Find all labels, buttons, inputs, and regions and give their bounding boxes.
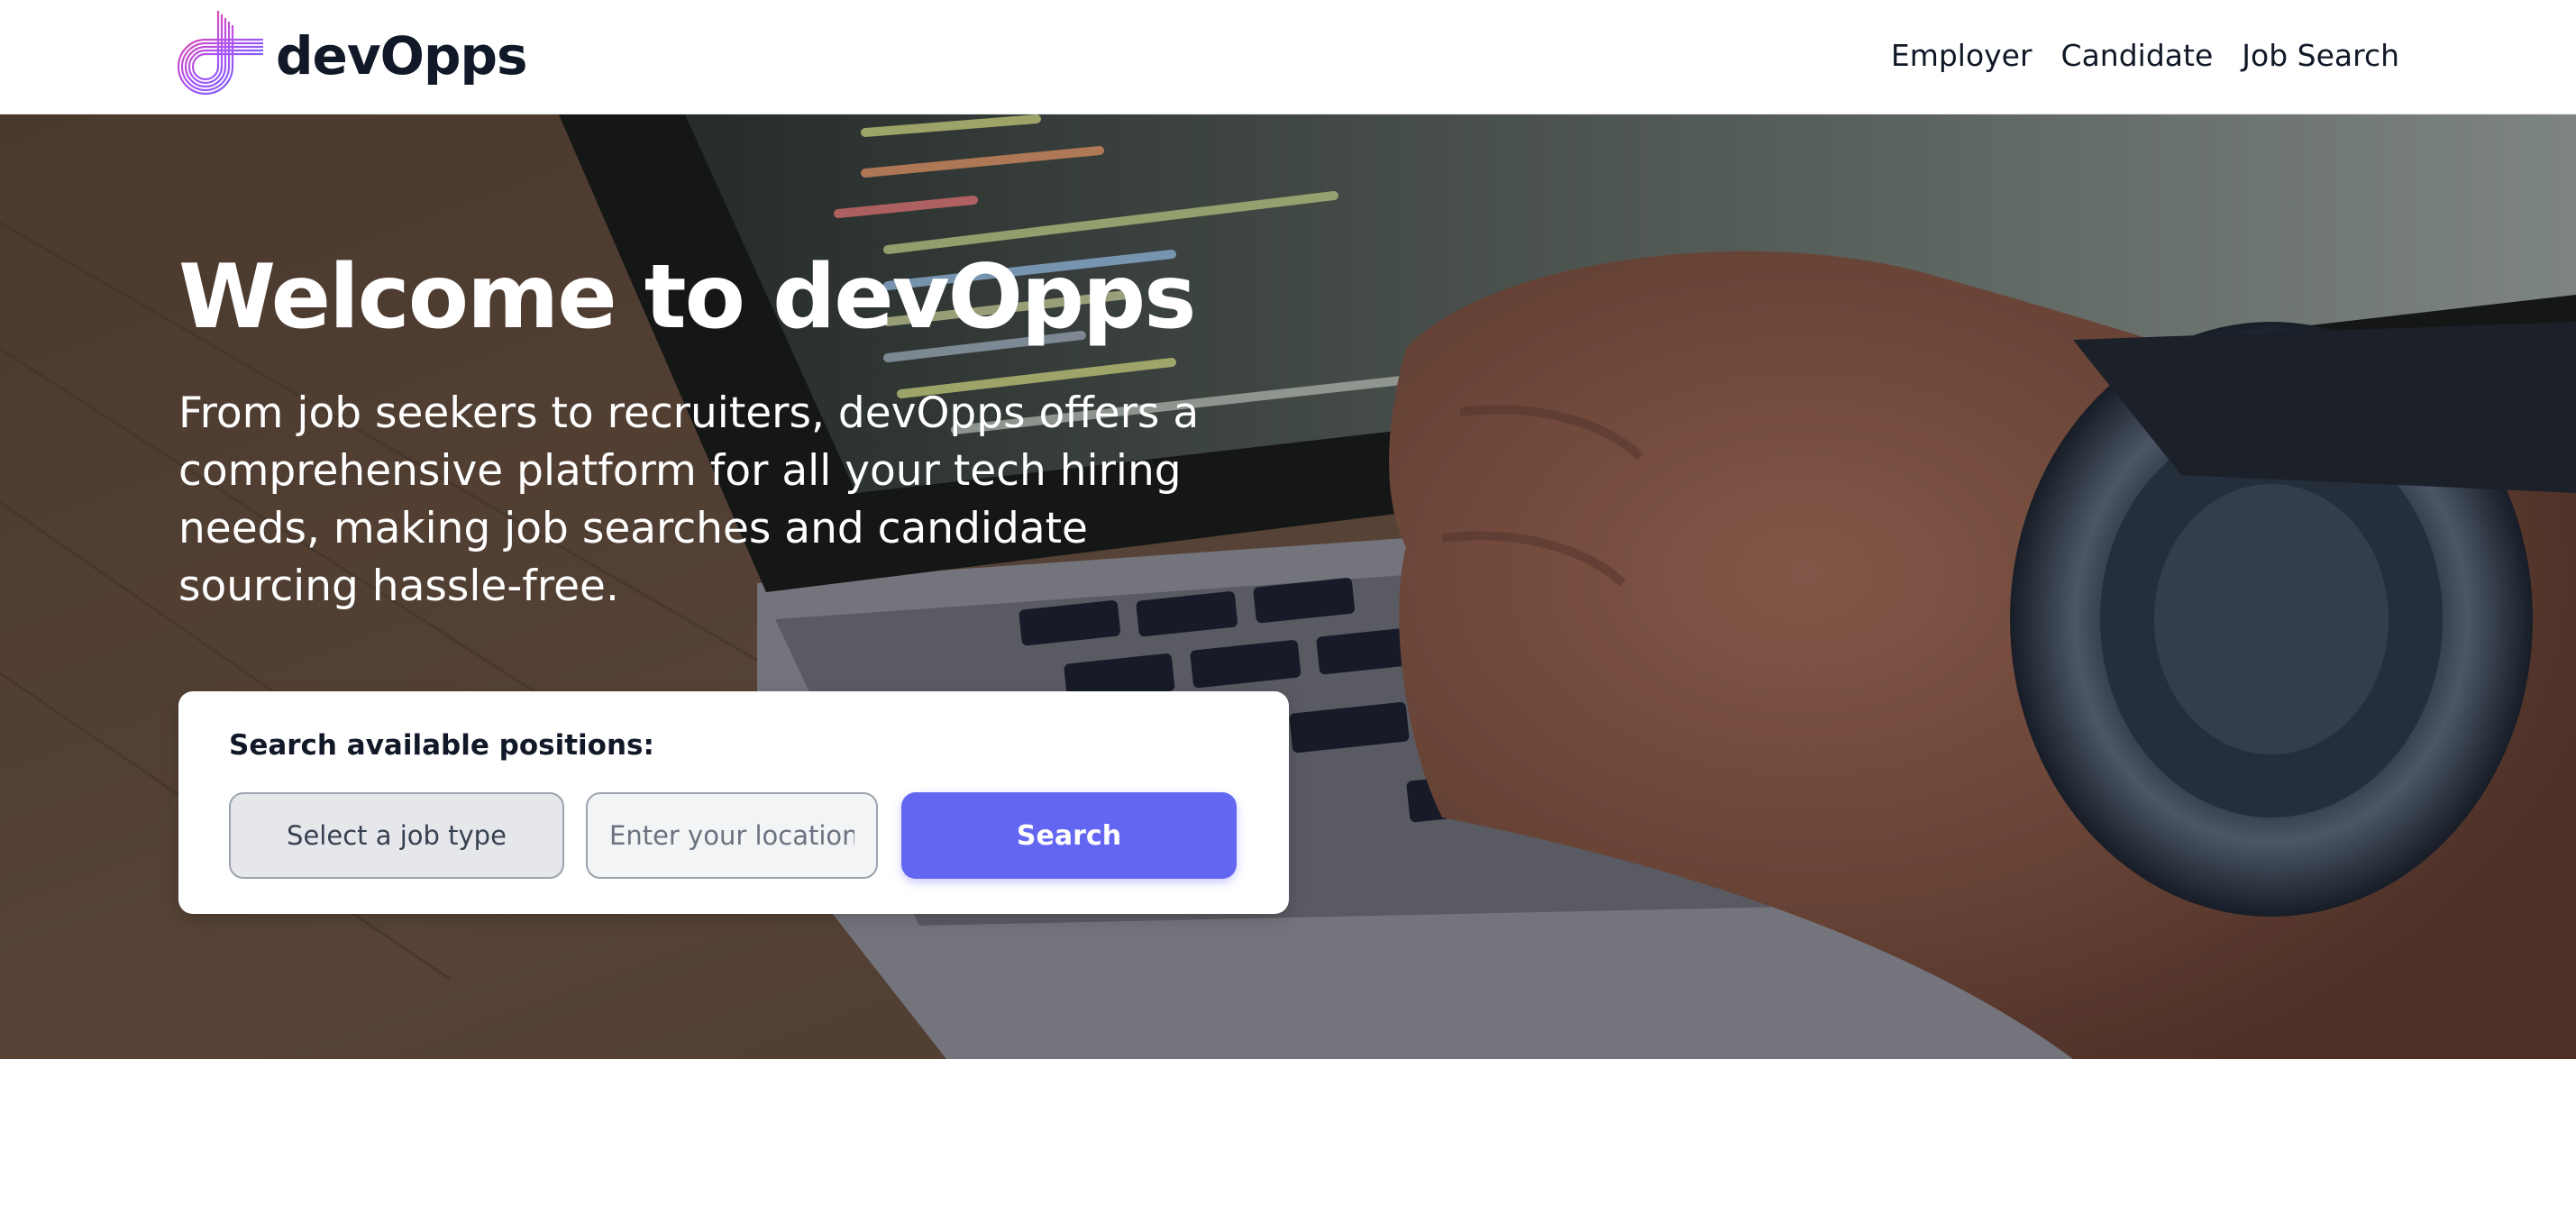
main-nav: Employer Candidate Job Search <box>1891 0 2399 110</box>
site-header: devOpps Employer Candidate Job Search <box>0 0 2576 114</box>
hero-subtitle: From job seekers to recruiters, devOpps … <box>178 388 1200 611</box>
nav-candidate[interactable]: Candidate <box>2061 38 2214 73</box>
job-search-card: Search available positions: Select a job… <box>178 691 1289 914</box>
search-label: Search available positions: <box>229 729 654 762</box>
job-type-select[interactable]: Select a job type <box>229 792 564 879</box>
search-button[interactable]: Search <box>901 792 1237 879</box>
hero-section: Welcome to devOpps From job seekers to r… <box>0 114 2576 1059</box>
brand-logo-icon <box>177 11 263 96</box>
nav-employer[interactable]: Employer <box>1891 38 2032 73</box>
job-type-value: Select a job type <box>287 820 507 851</box>
brand-name: devOpps <box>276 25 528 87</box>
hero-title: Welcome to devOpps <box>178 246 1197 349</box>
nav-job-search[interactable]: Job Search <box>2242 38 2399 73</box>
location-input[interactable] <box>586 792 878 879</box>
brand-logo-link[interactable]: devOpps <box>177 11 528 101</box>
